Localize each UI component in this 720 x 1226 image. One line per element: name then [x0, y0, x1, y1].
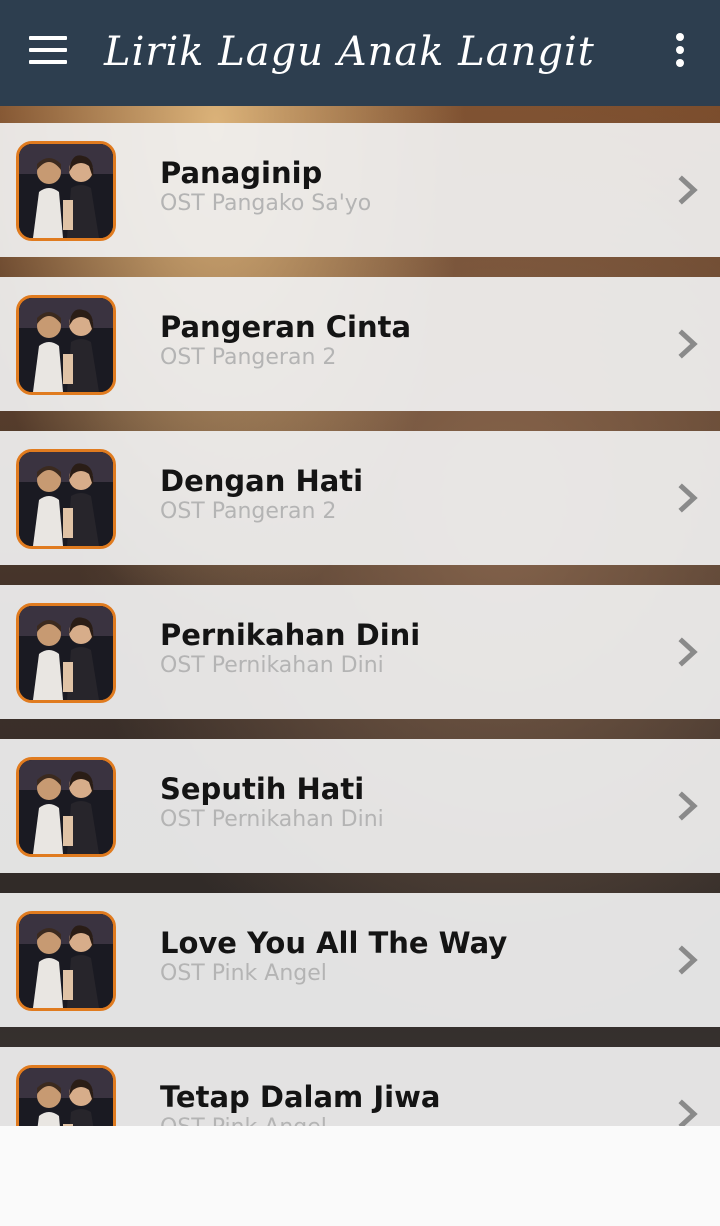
album-art-icon — [16, 1065, 116, 1126]
chevron-right-icon — [678, 637, 698, 667]
chevron-right-icon — [678, 945, 698, 975]
album-art-graphic — [19, 606, 113, 700]
song-title: Love You All The Way — [160, 926, 508, 960]
album-art-icon — [16, 141, 116, 241]
song-list-item[interactable]: Seputih Hati OST Pernikahan Dini — [0, 739, 720, 873]
chevron-right-icon — [678, 329, 698, 359]
app-bar: Lirik Lagu Anak Langit — [0, 0, 720, 106]
chevron-right-icon — [678, 175, 698, 205]
song-subtitle: OST Pangeran 2 — [160, 499, 337, 524]
song-list-container[interactable]: Panaginip OST Pangako Sa'yo Pangeran Cin… — [0, 106, 720, 1126]
song-subtitle: OST Pink Angel — [160, 961, 327, 986]
album-art-icon — [16, 757, 116, 857]
album-art-icon — [16, 911, 116, 1011]
song-subtitle: OST Pangako Sa'yo — [160, 191, 372, 216]
song-list-item[interactable]: Panaginip OST Pangako Sa'yo — [0, 123, 720, 257]
album-art-graphic — [19, 760, 113, 854]
song-title: Pangeran Cinta — [160, 310, 412, 344]
hamburger-menu-icon[interactable] — [20, 26, 76, 74]
album-art-icon — [16, 603, 116, 703]
song-title: Tetap Dalam Jiwa — [160, 1080, 441, 1114]
bottom-blank-area — [0, 1126, 720, 1226]
app-title: Lirik Lagu Anak Langit — [104, 29, 595, 75]
menu-line — [29, 48, 67, 52]
album-art-graphic — [19, 144, 113, 238]
dot — [676, 59, 684, 67]
album-art-graphic — [19, 452, 113, 546]
song-list: Panaginip OST Pangako Sa'yo Pangeran Cin… — [0, 123, 720, 1126]
chevron-right-icon — [678, 483, 698, 513]
song-list-item[interactable]: Pangeran Cinta OST Pangeran 2 — [0, 277, 720, 411]
song-title: Seputih Hati — [160, 772, 365, 806]
album-art-icon — [16, 295, 116, 395]
song-title: Panaginip — [160, 156, 323, 190]
song-subtitle: OST Pernikahan Dini — [160, 653, 384, 678]
album-art-icon — [16, 449, 116, 549]
song-list-item[interactable]: Love You All The Way OST Pink Angel — [0, 893, 720, 1027]
album-art-graphic — [19, 914, 113, 1008]
album-art-graphic — [19, 298, 113, 392]
dot — [676, 33, 684, 41]
song-list-item[interactable]: Pernikahan Dini OST Pernikahan Dini — [0, 585, 720, 719]
song-title: Pernikahan Dini — [160, 618, 421, 652]
more-vert-icon[interactable] — [660, 26, 700, 74]
song-list-item[interactable]: Tetap Dalam Jiwa OST Pink Angel — [0, 1047, 720, 1126]
menu-line — [29, 36, 67, 40]
song-list-item[interactable]: Dengan Hati OST Pangeran 2 — [0, 431, 720, 565]
chevron-right-icon — [678, 1099, 698, 1126]
song-title: Dengan Hati — [160, 464, 364, 498]
chevron-right-icon — [678, 791, 698, 821]
song-subtitle: OST Pink Angel — [160, 1115, 327, 1126]
album-art-graphic — [19, 1068, 113, 1126]
song-subtitle: OST Pernikahan Dini — [160, 807, 384, 832]
song-subtitle: OST Pangeran 2 — [160, 345, 337, 370]
dot — [676, 46, 684, 54]
menu-line — [29, 60, 67, 64]
